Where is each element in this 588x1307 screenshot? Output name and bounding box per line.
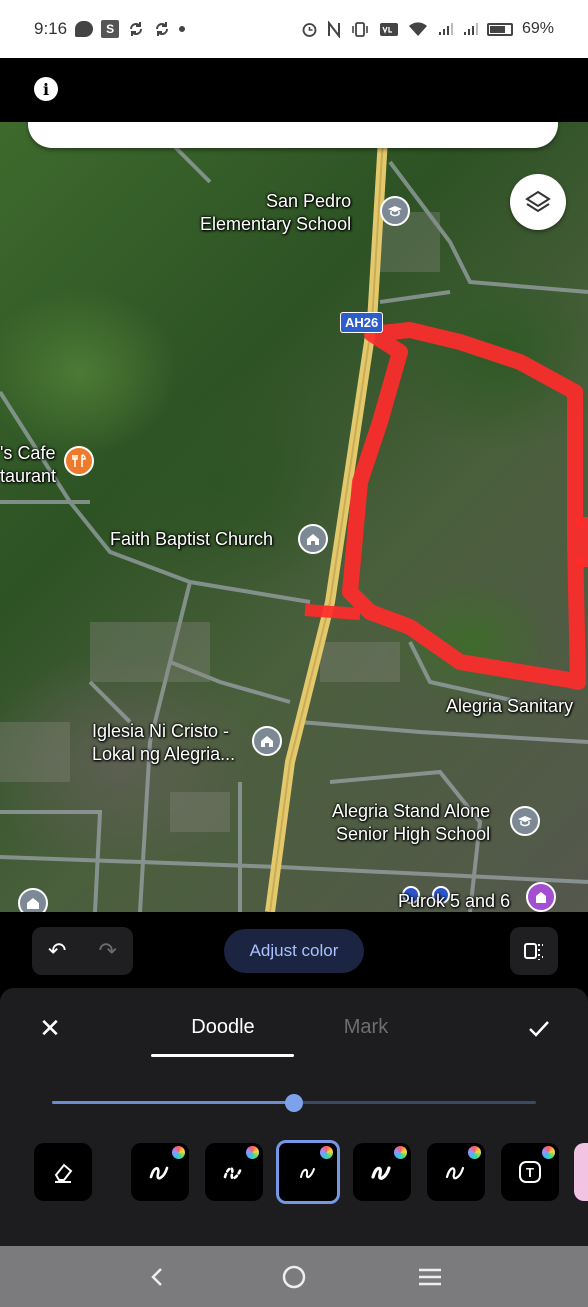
sync-icon [127, 20, 145, 38]
close-icon[interactable]: ✕ [36, 1013, 64, 1043]
place-pin-icon [526, 882, 556, 912]
color-swatch-icon [468, 1146, 481, 1159]
color-swatch-icon [394, 1146, 407, 1159]
sticker-tool[interactable] [574, 1143, 588, 1201]
church-pin-icon [18, 888, 48, 912]
brush-size-fill [52, 1101, 294, 1104]
compare-icon[interactable] [510, 927, 558, 975]
eraser-icon [54, 1163, 73, 1183]
back-icon[interactable] [138, 1257, 178, 1297]
text-tool-letter: T [526, 1164, 534, 1180]
color-swatch-icon [246, 1146, 259, 1159]
church-pin-icon [252, 726, 282, 756]
check-icon[interactable] [524, 1014, 554, 1044]
battery-icon [486, 22, 513, 36]
marker-icon [300, 1168, 315, 1179]
map-label-san-pedro: San Pedro Elementary School [200, 191, 352, 234]
tab-doodle[interactable]: Doodle [152, 1016, 294, 1039]
eraser-tool[interactable] [34, 1143, 92, 1201]
tab-mark[interactable]: Mark [312, 1016, 420, 1039]
volte-icon [379, 21, 399, 38]
restaurant-pin-icon [64, 446, 94, 476]
highlighter-icon [371, 1166, 391, 1180]
signal-icon [462, 21, 478, 37]
map-label-purok: Purok 5 and 6 [398, 891, 511, 911]
marker-tool[interactable] [276, 1140, 340, 1204]
system-nav-bar [0, 1246, 588, 1307]
chat-icon [75, 21, 94, 37]
info-icon[interactable]: i [34, 77, 58, 101]
photo-editor-screen: 9:16 S 69% i AH26 San Pedro Elementary S… [0, 0, 588, 1307]
map-roads [0, 122, 588, 912]
dotted-pen-tool[interactable] [205, 1143, 263, 1201]
school-pin-icon [380, 196, 410, 226]
map-search-bar [28, 122, 558, 148]
doodle-sheet: ✕ Doodle Mark T [0, 988, 588, 1246]
map-image: AH26 San Pedro Elementary School 's Cafe… [0, 122, 588, 912]
color-swatch-icon [172, 1146, 185, 1159]
alarm-icon [301, 21, 318, 38]
tab-underline [151, 1054, 294, 1057]
dotted-pen-icon [223, 1166, 243, 1180]
status-time: 9:16 [34, 19, 68, 38]
map-label-alegria-sanitary: Alegria Sanitary [446, 696, 574, 716]
undo-redo-group: ↶ ↷ [32, 927, 133, 975]
color-swatch-icon [542, 1146, 555, 1159]
undo-icon[interactable]: ↶ [48, 938, 66, 964]
map-label-faith-baptist: Faith Baptist Church [110, 529, 274, 549]
adjust-color-button[interactable]: Adjust color [224, 929, 364, 973]
layers-icon[interactable] [510, 174, 566, 230]
nfc-icon [327, 20, 341, 38]
pen-tool[interactable] [131, 1143, 189, 1201]
signal-icon [437, 21, 453, 37]
map-label-iglesia: Iglesia Ni Cristo - Lokal ng Alegria... [92, 721, 236, 764]
sync-icon [153, 20, 171, 38]
dot-icon [179, 26, 186, 32]
top-bar: i [0, 58, 588, 122]
status-bar: 9:16 S 69% [0, 0, 588, 58]
status-right: 69% [301, 20, 554, 38]
pen-icon [149, 1166, 169, 1180]
recents-icon[interactable] [410, 1257, 450, 1297]
editor-toolbar: ↶ ↷ Adjust color [0, 912, 588, 988]
color-swatch-icon [320, 1146, 333, 1159]
map-label-alegria-high: Alegria Stand Alone Senior High School [332, 801, 491, 844]
battery-percent: 69% [521, 20, 554, 37]
map-label-cafe: 's Cafe taurant [0, 443, 57, 486]
brush-icon [445, 1166, 465, 1180]
home-icon[interactable] [274, 1257, 314, 1297]
highlighter-tool[interactable] [353, 1143, 411, 1201]
vibrate-icon [350, 21, 370, 38]
brush-size-handle[interactable] [285, 1094, 303, 1112]
s-app-icon: S [101, 20, 120, 38]
wifi-icon [408, 21, 428, 37]
church-pin-icon [298, 524, 328, 554]
road-shield: AH26 [340, 312, 384, 333]
brush-tool[interactable] [427, 1143, 485, 1201]
school-pin-icon [510, 806, 540, 836]
status-left: 9:16 S [34, 19, 186, 39]
doodle-annotation [342, 322, 586, 690]
redo-icon[interactable]: ↷ [99, 938, 117, 964]
text-tool[interactable]: T [501, 1143, 559, 1201]
